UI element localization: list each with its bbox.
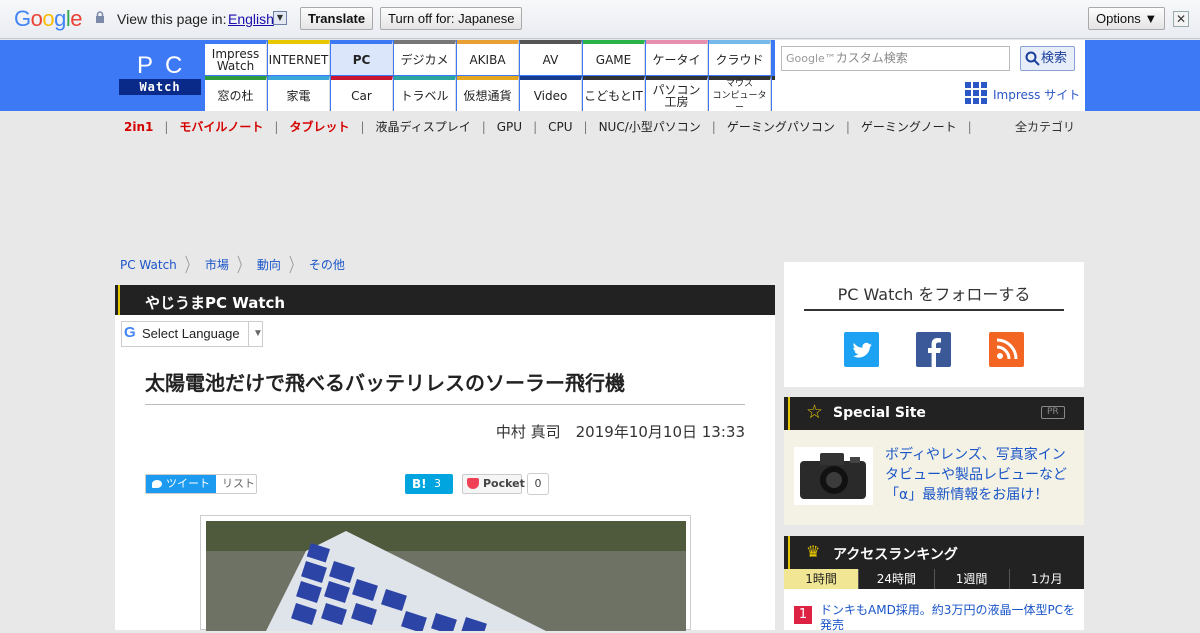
article-title: 太陽電池だけで飛べるバッテリレスのソーラー飛行機 — [145, 371, 625, 395]
nav-item-top-8[interactable]: クラウド — [709, 40, 771, 75]
access-ranking-box: ♛ アクセスランキング 1時間 24時間 1週間 1カ月 1 ドンキもAMD採用。約3… — [784, 536, 1084, 633]
ranking-tab[interactable]: 1週間 — [933, 569, 1009, 589]
nav-item-bottom-4[interactable]: 仮想通貨 — [457, 76, 519, 111]
section-header: やじうまPC Watch — [115, 285, 775, 315]
search-button[interactable]: 検索 — [1020, 46, 1075, 71]
ranking-title: アクセスランキング — [833, 547, 958, 563]
select-language-dropdown[interactable]: G Select Language ▼ — [121, 321, 263, 347]
nav-item-top-2[interactable]: PC — [331, 40, 393, 75]
special-site-title: Special Site — [833, 405, 926, 421]
facebook-follow-icon[interactable] — [916, 332, 951, 367]
nav-item-bottom-1[interactable]: 家電 — [268, 76, 330, 111]
breadcrumb-item[interactable]: PC Watch — [120, 258, 177, 272]
subnav-item[interactable]: CPU — [548, 120, 572, 134]
language-dropdown-icon[interactable]: ▼ — [273, 11, 287, 25]
subnav-item[interactable]: ゲーミングパソコン — [727, 120, 835, 134]
nav-item-bottom-6[interactable]: こどもとIT — [583, 76, 645, 111]
subnav-item[interactable]: GPU — [497, 120, 522, 134]
options-button[interactable]: Options ▼ — [1088, 7, 1166, 30]
breadcrumb-item[interactable]: その他 — [309, 258, 345, 272]
nav-item-bottom-0[interactable]: 窓の杜 — [205, 76, 267, 111]
google-g-icon: G — [124, 324, 136, 341]
star-icon: ☆ — [806, 401, 824, 423]
nav-item-top-1[interactable]: INTERNET — [268, 40, 330, 75]
chevron-right-icon: 〉 — [236, 254, 249, 277]
tweet-button[interactable]: ツイート リスト — [145, 474, 257, 494]
nav-item-bottom-2[interactable]: Car — [331, 76, 393, 111]
section-title: やじうまPC Watch — [145, 294, 286, 312]
google-logo: Google — [14, 6, 83, 31]
crown-icon: ♛ — [806, 542, 821, 561]
subnav-item[interactable]: モバイルノート — [179, 120, 263, 134]
hatena-count: 3 — [434, 477, 441, 490]
rss-icon[interactable] — [989, 332, 1024, 367]
all-categories-link[interactable]: 全カテゴリ — [1015, 118, 1075, 135]
search-input[interactable]: Google™カスタム検索 — [781, 46, 1010, 71]
nav-item-top-6[interactable]: GAME — [583, 40, 645, 75]
ranking-item-text: ドンキもAMD採用。約3万円の液晶一体型PCを発売 — [820, 603, 1076, 632]
nav-item-top-3[interactable]: デジカメ — [394, 40, 456, 75]
close-icon[interactable]: ✕ — [1173, 11, 1189, 27]
sub-category-nav: 2in1 | モバイルノート | タブレット | 液晶ディスプレイ | GPU | CPU | NUC/… — [124, 120, 972, 134]
article: やじうまPC Watch G Select Language ▼ 太陽電池だけで… — [115, 285, 775, 631]
chevron-right-icon: 〉 — [288, 254, 301, 277]
follow-box: PC Watch をフォローする — [784, 262, 1084, 387]
pocket-icon — [467, 478, 479, 489]
camera-image[interactable] — [794, 447, 873, 505]
nav-item-bottom-3[interactable]: トラベル — [394, 76, 456, 111]
subnav-item[interactable]: タブレット — [289, 120, 349, 134]
rank-number: 1 — [794, 606, 812, 624]
pc-watch-logo[interactable]: PC Watch — [115, 40, 205, 111]
ranking-tab[interactable]: 1時間 — [784, 569, 859, 589]
subnav-item[interactable]: 2in1 — [124, 120, 153, 134]
follow-title: PC Watch をフォローする — [837, 285, 1031, 304]
subnav-item[interactable]: 液晶ディスプレイ — [376, 120, 471, 134]
nav-item-bottom-7[interactable]: パソコン 工房 — [646, 76, 708, 111]
title-divider — [145, 404, 745, 405]
translate-button[interactable]: Translate — [300, 7, 374, 30]
nav-item-bottom-5[interactable]: Video — [520, 76, 582, 111]
pr-badge: PR — [1041, 406, 1065, 419]
view-page-text: View this page in: — [117, 11, 227, 27]
list-link[interactable]: リスト — [222, 475, 255, 493]
breadcrumb-item[interactable]: 動向 — [257, 258, 281, 272]
twitter-follow-icon[interactable] — [844, 332, 879, 367]
grid-icon — [965, 82, 987, 104]
solar-plane-image — [206, 521, 686, 631]
ranking-tab[interactable]: 24時間 — [858, 569, 934, 589]
nav-item-top-5[interactable]: AV — [520, 40, 582, 75]
twitter-icon: ツイート — [146, 475, 216, 493]
language-link[interactable]: English — [228, 11, 274, 27]
special-site-link[interactable]: ボディやレンズ、写真家インタビューや製品レビューなど「α」最新情報をお届け！ — [885, 445, 1075, 505]
ranking-tabs: 1時間 24時間 1週間 1カ月 — [784, 569, 1084, 589]
article-photo[interactable] — [200, 515, 691, 631]
hatena-bookmark-button[interactable]: B! 3 — [405, 474, 453, 494]
subnav-item[interactable]: NUC/小型パソコン — [599, 120, 701, 134]
search-icon — [1025, 51, 1040, 66]
breadcrumb: PC Watch 〉市場〉動向〉その他 — [120, 254, 345, 276]
chevron-down-icon: ▼ — [248, 322, 263, 346]
nav-item-top-7[interactable]: ケータイ — [646, 40, 708, 75]
pocket-count: 0 — [527, 473, 549, 495]
lock-icon — [96, 11, 104, 23]
ranking-tab[interactable]: 1カ月 — [1008, 569, 1084, 589]
nav-item-top-0[interactable]: Impress Watch — [205, 40, 267, 75]
article-byline: 中村 真司 2019年10月10日 13:33 — [495, 423, 745, 441]
turn-off-button[interactable]: Turn off for: Japanese — [380, 7, 523, 30]
breadcrumb-item[interactable]: 市場 — [205, 258, 229, 272]
ranking-item[interactable]: 1 ドンキもAMD採用。約3万円の液晶一体型PCを発売 — [794, 603, 1084, 633]
translate-bar: Google View this page in: English ▼ Tran… — [0, 0, 1200, 39]
special-site-box: ☆ Special Site PR ボディやレンズ、写真家インタビューや製品レビ… — [784, 397, 1084, 525]
pocket-button[interactable]: Pocket — [462, 474, 525, 494]
subnav-item[interactable]: ゲーミングノート — [861, 120, 957, 134]
chevron-right-icon: 〉 — [184, 254, 197, 277]
nav-item-top-4[interactable]: AKIBA — [457, 40, 519, 75]
nav-item-bottom-8[interactable]: マウス コンピューター — [709, 76, 771, 113]
